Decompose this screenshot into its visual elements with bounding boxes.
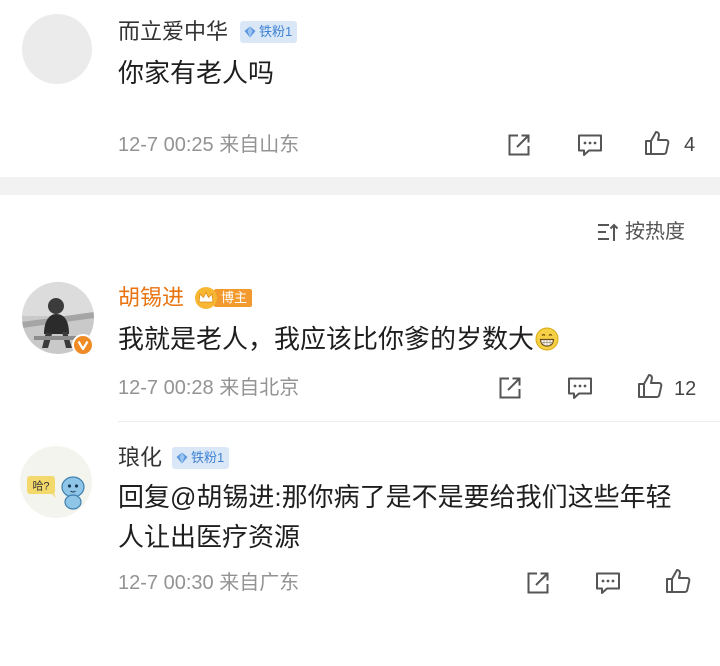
username[interactable]: 琅化 bbox=[118, 444, 162, 472]
comment-icon bbox=[568, 377, 592, 399]
avatar[interactable]: 哈? bbox=[20, 446, 92, 518]
thumbs-up-icon bbox=[638, 374, 663, 398]
comment-meta: 12-7 00:28 来自北京 bbox=[118, 374, 299, 402]
thumbs-up-icon bbox=[666, 569, 691, 593]
section-separator bbox=[0, 177, 720, 195]
sort-toggle[interactable]: 按热度 bbox=[596, 218, 685, 246]
comment-text: 我就是老人，我应该比你爹的岁数大 bbox=[118, 324, 535, 354]
share-icon bbox=[508, 134, 530, 156]
thumbs-up-icon bbox=[645, 131, 670, 155]
comment-text: 你家有老人吗 bbox=[118, 58, 275, 88]
diamond-icon bbox=[176, 452, 188, 464]
comment-icon bbox=[596, 572, 620, 594]
avatar-speech-text: 哈? bbox=[32, 480, 49, 493]
share-button[interactable] bbox=[524, 569, 552, 597]
fan-badge-label: 铁粉1 bbox=[191, 450, 225, 465]
comment-button[interactable] bbox=[566, 374, 594, 402]
like-button[interactable] bbox=[636, 372, 664, 400]
like-count: 12 bbox=[674, 378, 697, 400]
share-button[interactable] bbox=[505, 131, 533, 159]
comment-button[interactable] bbox=[576, 131, 604, 159]
sort-up-icon bbox=[598, 223, 619, 241]
blogger-badge[interactable]: 博主 bbox=[194, 286, 253, 310]
username[interactable]: 而立爱中华 bbox=[118, 18, 228, 46]
location: 来自北京 bbox=[219, 377, 300, 399]
timestamp: 12-7 00:28 bbox=[118, 377, 214, 399]
timestamp: 12-7 00:25 bbox=[118, 134, 214, 156]
fan-badge[interactable]: 铁粉1 bbox=[240, 21, 298, 43]
location: 来自广东 bbox=[219, 572, 300, 594]
comment-text-row: 我就是老人，我应该比你爹的岁数大 bbox=[118, 322, 559, 356]
avatar[interactable] bbox=[22, 14, 92, 84]
blogger-badge-label: 博主 bbox=[214, 289, 253, 307]
verified-v-icon bbox=[72, 334, 94, 356]
username[interactable]: 胡锡进 bbox=[118, 284, 184, 312]
reply-divider bbox=[118, 421, 720, 422]
cartoon-avatar: 哈? bbox=[20, 446, 92, 518]
location: 来自山东 bbox=[219, 134, 300, 156]
fan-badge-label: 铁粉1 bbox=[259, 24, 293, 39]
crown-icon bbox=[195, 287, 217, 309]
share-icon bbox=[499, 377, 521, 399]
share-button[interactable] bbox=[496, 374, 524, 402]
like-count: 4 bbox=[684, 134, 696, 156]
share-icon bbox=[527, 572, 549, 594]
comment-button[interactable] bbox=[594, 569, 622, 597]
timestamp: 12-7 00:30 bbox=[118, 572, 214, 594]
comment-text: 回复@胡锡进:那你病了是不是要给我们这些年轻人让出医疗资源 bbox=[118, 482, 672, 552]
comment-meta: 12-7 00:25 来自山东 bbox=[118, 131, 299, 159]
sort-label: 按热度 bbox=[625, 221, 685, 243]
comment-icon bbox=[578, 134, 602, 156]
diamond-icon bbox=[244, 26, 256, 38]
grin-emoji-icon bbox=[535, 327, 559, 351]
fan-badge[interactable]: 铁粉1 bbox=[172, 447, 230, 469]
like-button[interactable] bbox=[664, 567, 692, 595]
like-button[interactable] bbox=[643, 129, 671, 157]
comment-meta: 12-7 00:30 来自广东 bbox=[118, 569, 299, 597]
